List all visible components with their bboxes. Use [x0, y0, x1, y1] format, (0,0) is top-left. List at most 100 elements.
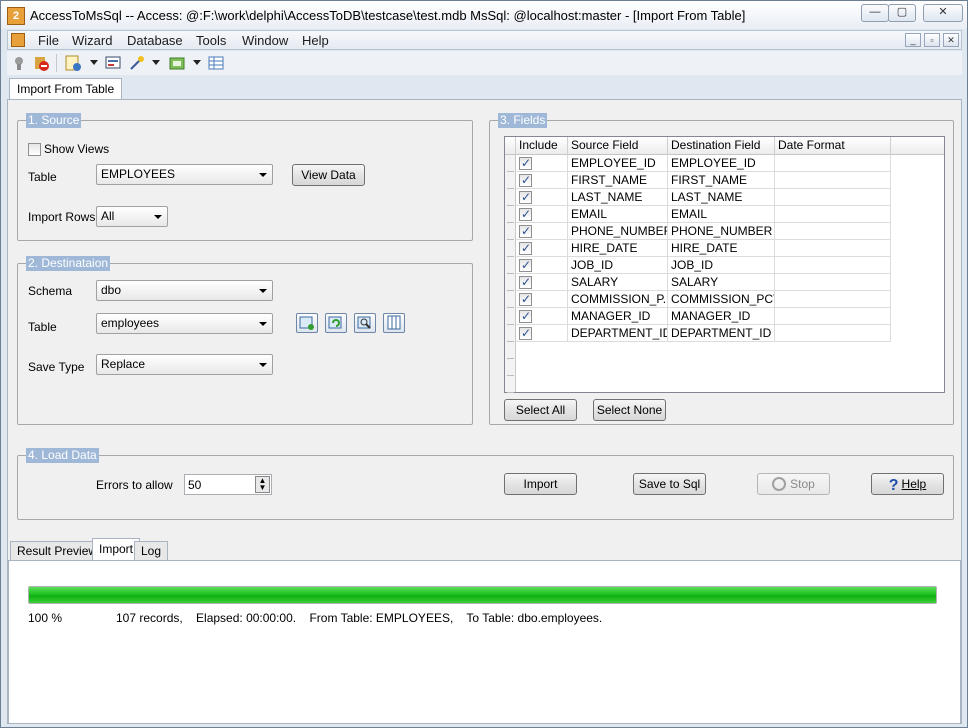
col-source-field[interactable]: Source Field — [568, 137, 668, 155]
tab-log[interactable]: Log — [134, 541, 169, 561]
window-icon[interactable] — [168, 54, 186, 72]
checkbox-icon[interactable] — [519, 206, 532, 222]
checkbox-icon[interactable] — [519, 274, 532, 290]
title-bar[interactable]: 2 AccessToMsSql -- Access: @:F:\work\del… — [1, 1, 967, 29]
include-checkbox[interactable] — [516, 223, 568, 240]
source-field-cell[interactable]: PHONE_NUMBER — [568, 223, 668, 240]
report-icon[interactable] — [104, 54, 122, 72]
destination-field-cell[interactable]: PHONE_NUMBER — [668, 223, 775, 240]
checkbox-icon[interactable] — [519, 189, 532, 205]
destination-field-cell[interactable]: MANAGER_ID — [668, 308, 775, 325]
columns-icon[interactable] — [383, 313, 405, 333]
table-icon[interactable] — [207, 54, 225, 72]
destination-field-cell[interactable]: EMAIL — [668, 206, 775, 223]
save-to-sql-button[interactable]: Save to Sql — [633, 473, 706, 495]
show-views-checkbox[interactable] — [28, 143, 41, 156]
source-field-cell[interactable]: COMMISSION_P... — [568, 291, 668, 308]
import-button[interactable]: Import — [504, 473, 577, 495]
help-button[interactable]: ? Help — [871, 473, 944, 495]
include-checkbox[interactable] — [516, 206, 568, 223]
close-button[interactable]: ✕ — [923, 4, 963, 22]
minimize-button[interactable]: — — [861, 4, 889, 22]
source-field-cell[interactable]: DEPARTMENT_ID — [568, 325, 668, 342]
stop-button[interactable]: Stop — [757, 473, 830, 495]
date-format-cell[interactable] — [775, 223, 891, 240]
tab-import[interactable]: Import — [92, 538, 141, 562]
destination-field-cell[interactable]: HIRE_DATE — [668, 240, 775, 257]
destination-field-cell[interactable]: JOB_ID — [668, 257, 775, 274]
source-field-cell[interactable]: LAST_NAME — [568, 189, 668, 206]
source-table-select[interactable]: EMPLOYEES — [96, 164, 273, 185]
include-checkbox[interactable] — [516, 189, 568, 206]
mdi-minimize-button[interactable]: _ — [905, 33, 921, 47]
table-row[interactable]: JOB_IDJOB_ID — [516, 257, 891, 274]
table-row[interactable]: EMPLOYEE_IDEMPLOYEE_ID — [516, 155, 891, 172]
menu-tools[interactable]: Tools — [192, 32, 230, 49]
mdi-close-button[interactable]: ✕ — [943, 33, 959, 47]
schema-select[interactable]: dbo — [96, 280, 273, 301]
source-field-cell[interactable]: EMPLOYEE_ID — [568, 155, 668, 172]
table-row[interactable]: FIRST_NAMEFIRST_NAME — [516, 172, 891, 189]
save-type-select[interactable]: Replace — [96, 354, 273, 375]
mdi-restore-button[interactable]: ▫ — [924, 33, 940, 47]
destination-field-cell[interactable]: EMPLOYEE_ID — [668, 155, 775, 172]
find-table-icon[interactable] — [354, 313, 376, 333]
include-checkbox[interactable] — [516, 172, 568, 189]
checkbox-icon[interactable] — [519, 257, 532, 273]
select-none-button[interactable]: Select None — [593, 399, 666, 421]
source-field-cell[interactable]: JOB_ID — [568, 257, 668, 274]
date-format-cell[interactable] — [775, 206, 891, 223]
date-format-cell[interactable] — [775, 155, 891, 172]
destination-field-cell[interactable]: SALARY — [668, 274, 775, 291]
source-field-cell[interactable]: SALARY — [568, 274, 668, 291]
include-checkbox[interactable] — [516, 291, 568, 308]
date-format-cell[interactable] — [775, 172, 891, 189]
table-row[interactable]: DEPARTMENT_IDDEPARTMENT_ID — [516, 325, 891, 342]
magic-wand-icon[interactable] — [128, 54, 146, 72]
include-checkbox[interactable] — [516, 274, 568, 291]
wizard-dropdown-icon[interactable] — [90, 60, 98, 65]
date-format-cell[interactable] — [775, 325, 891, 342]
destination-field-cell[interactable]: DEPARTMENT_ID — [668, 325, 775, 342]
source-field-cell[interactable]: FIRST_NAME — [568, 172, 668, 189]
table-row[interactable]: PHONE_NUMBERPHONE_NUMBER — [516, 223, 891, 240]
include-checkbox[interactable] — [516, 257, 568, 274]
col-date-format[interactable]: Date Format — [775, 137, 891, 155]
destination-field-cell[interactable]: FIRST_NAME — [668, 172, 775, 189]
errors-to-allow-field[interactable]: 50 ▲ ▼ — [184, 474, 272, 495]
destination-field-cell[interactable]: LAST_NAME — [668, 189, 775, 206]
menu-file[interactable]: File — [34, 32, 63, 49]
mdi-child-icon[interactable] — [11, 33, 25, 47]
tab-result-preview[interactable]: Result Preview — [10, 541, 105, 561]
source-field-cell[interactable]: HIRE_DATE — [568, 240, 668, 257]
fields-grid[interactable]: Include Source Field Destination Field D… — [504, 136, 945, 393]
menu-database[interactable]: Database — [123, 32, 187, 49]
new-table-icon[interactable] — [296, 313, 318, 333]
checkbox-icon[interactable] — [519, 291, 532, 307]
table-row[interactable]: COMMISSION_P...COMMISSION_PCT — [516, 291, 891, 308]
source-field-cell[interactable]: EMAIL — [568, 206, 668, 223]
date-format-cell[interactable] — [775, 274, 891, 291]
checkbox-icon[interactable] — [519, 172, 532, 188]
wand-dropdown-icon[interactable] — [152, 60, 160, 65]
source-field-cell[interactable]: MANAGER_ID — [568, 308, 668, 325]
date-format-cell[interactable] — [775, 240, 891, 257]
connect-icon[interactable] — [10, 54, 28, 72]
date-format-cell[interactable] — [775, 291, 891, 308]
disconnect-icon[interactable] — [32, 54, 50, 72]
include-checkbox[interactable] — [516, 325, 568, 342]
table-row[interactable]: HIRE_DATEHIRE_DATE — [516, 240, 891, 257]
table-row[interactable]: LAST_NAMELAST_NAME — [516, 189, 891, 206]
tab-import-from-table[interactable]: Import From Table — [9, 78, 123, 100]
col-destination-field[interactable]: Destination Field — [668, 137, 775, 155]
include-checkbox[interactable] — [516, 155, 568, 172]
destination-table-select[interactable]: employees — [96, 313, 273, 334]
maximize-button[interactable]: ▢ — [888, 4, 916, 22]
checkbox-icon[interactable] — [519, 155, 532, 171]
table-row[interactable]: MANAGER_IDMANAGER_ID — [516, 308, 891, 325]
table-row[interactable]: SALARYSALARY — [516, 274, 891, 291]
include-checkbox[interactable] — [516, 240, 568, 257]
table-row[interactable]: EMAILEMAIL — [516, 206, 891, 223]
window-dropdown-icon[interactable] — [193, 60, 201, 65]
view-data-button[interactable]: View Data — [292, 164, 365, 186]
